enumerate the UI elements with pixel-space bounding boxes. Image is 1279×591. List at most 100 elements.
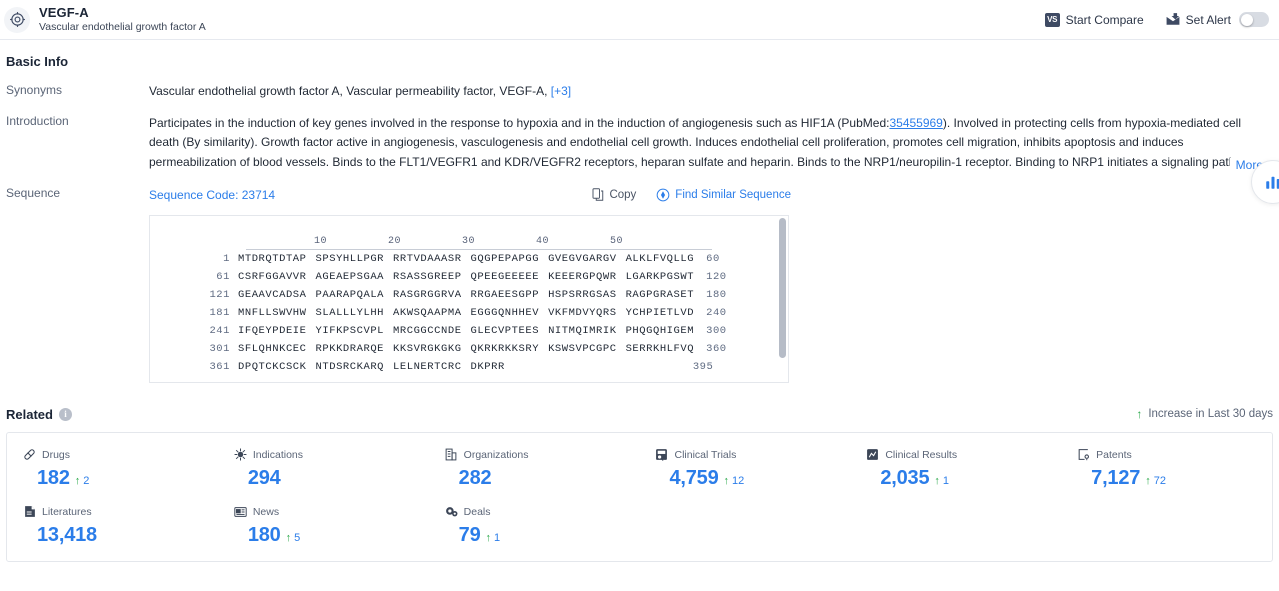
ruler-tick: 10 — [314, 235, 328, 247]
sequence-row-line: 241 IFQEYPDEIE YIFKPSCVPL MRCGGCCNDE GLECVPT… — [150, 322, 788, 340]
sequence-chunk: QKRKRKKSRY — [470, 342, 540, 355]
sequence-chunk: KEEERGPQWR — [548, 270, 617, 283]
app-header: VEGF-A Vascular endothelial growth facto… — [0, 0, 1279, 40]
sequence-row-line: 301 SFLQHNKCEC RPKKDRARQE KKSVRGKGKG QKRKRKK… — [150, 340, 788, 358]
related-card-patents[interactable]: Patents 7,127 ↑ 72 — [1061, 447, 1272, 504]
sequence-chunk: YIFKPSCVPL — [315, 324, 385, 337]
related-card-delta-value: 5 — [294, 531, 301, 544]
related-card-header: Patents — [1077, 447, 1272, 463]
related-card-delta: ↑ 5 — [286, 532, 301, 544]
sequence-row-end: 300 — [706, 324, 727, 337]
sequence-chunk: PHQGQHIGEM — [625, 324, 695, 337]
synonyms-label: Synonyms — [6, 83, 63, 97]
sequence-viewer[interactable]: 10 20 30 40 50 1 MTDRQTDTAP SPSYHLLPGR RRTV… — [149, 214, 789, 383]
synonyms-more-link[interactable]: [+3] — [551, 84, 571, 98]
find-similar-sequence-button[interactable]: Find Similar Sequence — [656, 188, 791, 202]
sequence-row-end: 120 — [706, 270, 727, 283]
sequence-row-end: 360 — [706, 342, 727, 355]
sequence-scrollbar[interactable] — [779, 217, 786, 366]
sequence-row-start: 361 — [209, 360, 230, 373]
introduction-value: Participates in the induction of key gen… — [149, 114, 1279, 172]
related-card-header: Indications — [234, 447, 429, 463]
related-card-label: Organizations — [463, 448, 529, 461]
sequence-rows: 1 MTDRQTDTAP SPSYHLLPGR RRTVDAAASR GQGPEPAPG… — [150, 250, 788, 376]
up-arrow-icon: ↑ — [1136, 407, 1143, 422]
related-card-body: 2,035 ↑ 1 — [866, 467, 1061, 490]
sequence-header: Sequence Code: 23714 Copy Find Similar S… — [149, 186, 1279, 204]
sequence-code[interactable]: Sequence Code: 23714 — [149, 188, 275, 202]
related-card-body: 4,759 ↑ 12 — [655, 467, 850, 490]
ruler-tick: 30 — [462, 235, 476, 247]
synonyms-row: Synonyms Vascular endothelial growth fac… — [0, 69, 1279, 100]
sequence-content: 10 20 30 40 50 1 MTDRQTDTAP SPSYHLLPGR RRTV… — [150, 216, 788, 376]
start-compare-button[interactable]: VS Start Compare — [1044, 12, 1144, 27]
info-icon[interactable]: i — [58, 407, 72, 421]
related-card-value: 180 — [247, 523, 281, 546]
related-card-header: Literatures — [23, 504, 218, 520]
related-card-organizations[interactable]: Organizations 282 — [429, 447, 640, 504]
related-card-value: 2,035 — [880, 466, 930, 489]
related-card-news[interactable]: News 180 ↑ 5 — [218, 504, 429, 561]
related-card-body: 182 ↑ 2 — [23, 467, 218, 490]
sequence-row-end: 395 — [692, 360, 714, 373]
clinical-trial-icon — [655, 448, 668, 462]
sequence-chunk: GLECVPTEES — [470, 324, 540, 337]
sequence-value: Sequence Code: 23714 Copy Find Similar S… — [149, 186, 1279, 383]
related-card-clinical-trials[interactable]: Clinical Trials 4,759 ↑ 12 — [639, 447, 850, 504]
sequence-ruler-ticks: 10 20 30 40 50 — [246, 233, 712, 250]
introduction-label: Introduction — [6, 113, 69, 128]
pill-icon — [23, 448, 36, 461]
related-card-delta-value: 72 — [1153, 474, 1166, 487]
introduction-text: Participates in the induction of key gen… — [149, 114, 1271, 172]
sequence-chunk: SLALLLYLHH — [315, 306, 385, 319]
set-alert-control[interactable]: Set Alert — [1166, 12, 1269, 27]
sequence-chunk: RPKKDRARQE — [315, 342, 385, 355]
sequence-chunk: CSRFGGAVVR — [238, 270, 307, 283]
related-card-header: Organizations — [445, 447, 640, 463]
related-card-header: Deals — [445, 504, 640, 520]
sequence-chunk: RASGRGGRVA — [393, 288, 462, 301]
pubmed-link[interactable]: 35455969 — [889, 116, 942, 130]
related-card-label: Clinical Results — [885, 448, 958, 461]
sequence-chunk: KKSVRGKGKG — [393, 342, 462, 355]
find-similar-icon — [656, 188, 670, 202]
up-arrow-icon: ↑ — [485, 531, 492, 544]
sequence-chunk: ALKLFVQLLG — [625, 252, 695, 265]
related-card-header: Drugs — [23, 447, 218, 463]
start-compare-label: Start Compare — [1065, 12, 1144, 27]
clinical-result-icon — [866, 448, 879, 461]
news-icon — [234, 505, 247, 518]
related-title: Related — [6, 406, 53, 422]
introduction-row: Introduction Participates in the inducti… — [0, 100, 1279, 172]
copy-button[interactable]: Copy — [592, 188, 636, 202]
sequence-chunk: GVEGVGARGV — [548, 252, 617, 265]
sequence-row-start: 181 — [209, 306, 230, 319]
sequence-scrollbar-thumb[interactable] — [779, 217, 786, 358]
sequence-row-end: 240 — [706, 306, 727, 319]
sequence-residues: GEAAVCADSA PAARAPQALA RASGRGGRVA RRGAEESGPP… — [238, 289, 694, 301]
introduction-text-part1: Participates in the induction of key gen… — [149, 115, 890, 130]
sequence-chunk: EGGGQNHHEV — [470, 306, 540, 319]
sequence-chunk: KSWSVPCGPC — [548, 342, 617, 355]
related-card-clinical-results[interactable]: Clinical Results 2,035 ↑ 1 — [850, 447, 1061, 504]
sequence-chunk: SPSYHLLPGR — [315, 252, 385, 265]
sequence-chunk: RRGAEESGPP — [470, 288, 540, 301]
sequence-chunk: HSPSRRGSAS — [548, 288, 617, 301]
sequence-chunk: NITMQIMRIK — [548, 324, 617, 337]
related-card-deals[interactable]: Deals 79 ↑ 1 — [429, 504, 640, 561]
related-card-body: 7,127 ↑ 72 — [1077, 467, 1272, 490]
related-card-value: 7,127 — [1091, 466, 1141, 489]
related-card-indications[interactable]: Indications 294 — [218, 447, 429, 504]
related-card-literatures[interactable]: Literatures 13,418 — [7, 504, 218, 561]
deals-icon — [445, 505, 458, 518]
sequence-chunk: QPEEGEEEEE — [470, 270, 540, 283]
sequence-chunk: MRCGGCCNDE — [393, 324, 462, 337]
set-alert-toggle[interactable] — [1239, 12, 1269, 27]
sequence-residues: MNFLLSWVHW SLALLLYLHH AKWSQAAPMA EGGGQNHHEV… — [238, 307, 694, 319]
virus-icon — [234, 448, 247, 461]
ruler-tick: 20 — [388, 235, 402, 247]
sequence-chunk: AKWSQAAPMA — [393, 306, 462, 319]
sequence-chunk: LELNERTCRC — [393, 360, 462, 373]
basic-info-title: Basic Info — [6, 54, 69, 69]
related-card-drugs[interactable]: Drugs 182 ↑ 2 — [7, 447, 218, 504]
